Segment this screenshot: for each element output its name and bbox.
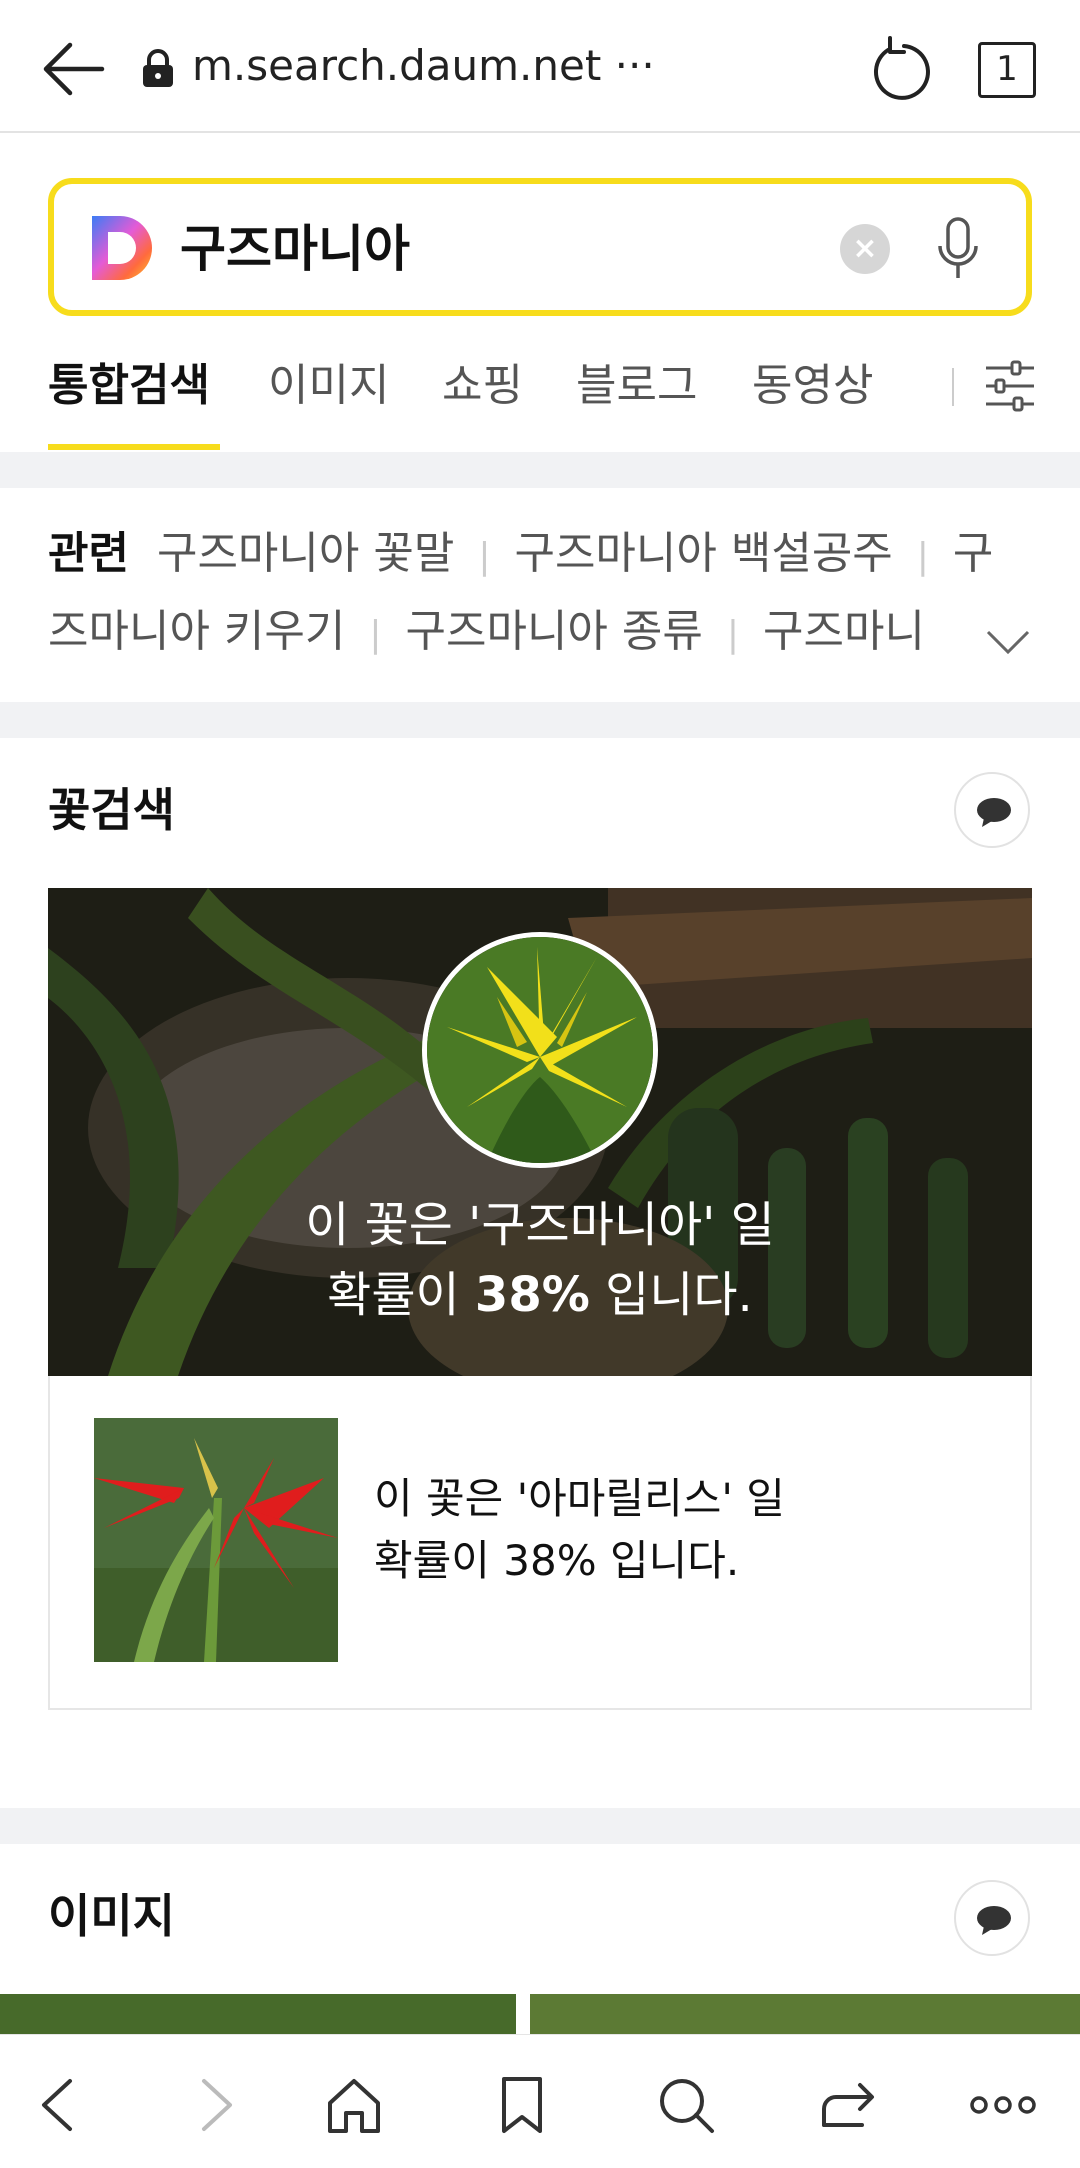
reload-icon[interactable] [868, 36, 932, 102]
section-title: 이미지 [48, 1889, 175, 1943]
tab-video[interactable]: 동영상 [752, 356, 873, 416]
active-tab-indicator [48, 444, 220, 450]
chevron-down-icon[interactable] [984, 622, 1032, 662]
search-icon[interactable] [656, 2075, 716, 2135]
url-text[interactable]: m.search.daum.net ··· [192, 38, 655, 94]
separator: | [916, 536, 929, 577]
alt-match-line-2: 확률이 38% 입니다. [374, 1536, 740, 1585]
alternative-match-text: 이 꽃은 '아마릴리스' 일 확률이 38% 입니다. [374, 1468, 785, 1592]
section-gap [0, 702, 1080, 738]
microphone-icon[interactable] [934, 216, 982, 284]
feedback-button[interactable] [954, 772, 1030, 848]
share-icon[interactable] [818, 2075, 878, 2135]
top-match-suffix: 입니다. [589, 1267, 753, 1323]
related-label: 관련 [48, 528, 129, 579]
tab-count-button[interactable]: 1 [978, 42, 1036, 98]
related-item-wrapped-end[interactable]: 즈마니아 키우기 [48, 606, 345, 657]
section-gap [0, 1808, 1080, 1844]
search-tab-bar: 통합검색 이미지 쇼핑 블로그 동영상 [0, 340, 1080, 452]
tab-images[interactable]: 이미지 [268, 356, 389, 416]
separator: | [369, 614, 382, 655]
tab-divider [952, 368, 954, 406]
related-line-1: 관련 구즈마니아 꽃말 | 구즈마니아 백설공주 | 구 [48, 524, 993, 587]
related-item[interactable]: 구즈마니아 꽃말 [157, 528, 454, 579]
top-match-flower-image [422, 932, 658, 1168]
guzmania-flower-image [427, 937, 653, 1163]
alternative-match-card[interactable]: 이 꽃은 '아마릴리스' 일 확률이 38% 입니다. [48, 1376, 1032, 1710]
browser-address-bar: m.search.daum.net ··· 1 [0, 0, 1080, 133]
daum-logo-icon [92, 216, 152, 280]
page: m.search.daum.net ··· 1 구즈마니아 × 통합검색 이미지… [0, 0, 1080, 2168]
lock-icon [143, 49, 173, 87]
section-title: 꽃검색 [48, 783, 175, 837]
tab-shopping[interactable]: 쇼핑 [442, 356, 523, 416]
clear-search-icon[interactable]: × [840, 224, 890, 274]
image-results-section: 이미지 [0, 1844, 1080, 2054]
section-gap [0, 452, 1080, 488]
amaryllis-flower-image [94, 1418, 338, 1662]
separator: | [478, 536, 491, 577]
browser-bottom-navigation [0, 2034, 1080, 2168]
back-arrow-icon[interactable] [40, 36, 110, 102]
tab-integrated-search[interactable]: 통합검색 [48, 356, 210, 416]
chat-bubble-icon [977, 1906, 1011, 1935]
home-icon[interactable] [324, 2075, 384, 2135]
bookmark-icon[interactable] [492, 2075, 552, 2135]
alt-match-line-1: 이 꽃은 '아마릴리스' 일 [374, 1474, 785, 1523]
related-item[interactable]: 구즈마니아 백설공주 [514, 528, 892, 579]
search-query-text[interactable]: 구즈마니아 [180, 214, 410, 284]
forward-icon[interactable] [184, 2075, 244, 2135]
top-match-line-1: 이 꽃은 '구즈마니아' 일 [305, 1197, 775, 1253]
more-options-icon[interactable] [968, 2075, 1038, 2135]
top-match-result: 이 꽃은 '구즈마니아' 일 확률이 38% 입니다. [48, 1190, 1032, 1330]
top-match-percent: 38% [474, 1267, 590, 1323]
top-match-line-2: 확률이 38% 입니다. [48, 1260, 1032, 1330]
chat-bubble-icon [977, 798, 1011, 827]
separator: | [726, 614, 739, 655]
flower-search-section: 꽃검색 이 꽃은 '구즈마니아' 일 확률이 38% 입니다. 이 꽃은 '아마… [0, 738, 1080, 1808]
top-match-prefix: 확률이 [327, 1267, 475, 1323]
related-item-wrapped-start[interactable]: 구 [953, 528, 993, 579]
related-line-2: 즈마니아 키우기 | 구즈마니아 종류 | 구즈마니 [48, 602, 968, 665]
flower-photo: 이 꽃은 '구즈마니아' 일 확률이 38% 입니다. [48, 888, 1032, 1376]
filter-settings-icon[interactable] [984, 358, 1036, 414]
related-item[interactable]: 구즈마니 [763, 606, 925, 657]
tab-blog[interactable]: 블로그 [576, 356, 697, 416]
back-icon[interactable] [30, 2075, 90, 2135]
related-searches: 관련 구즈마니아 꽃말 | 구즈마니아 백설공주 | 구 즈마니아 키우기 | 구즈마니아 종… [0, 488, 1080, 702]
search-box[interactable]: 구즈마니아 × [48, 178, 1032, 316]
feedback-button[interactable] [954, 1880, 1030, 1956]
related-item[interactable]: 구즈마니아 종류 [406, 606, 703, 657]
